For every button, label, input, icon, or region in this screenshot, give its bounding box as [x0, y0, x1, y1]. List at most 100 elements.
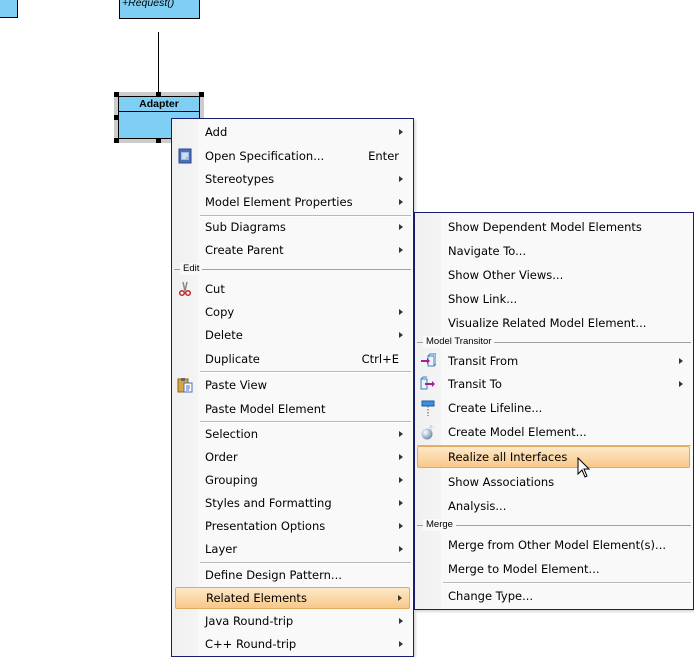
menu-item-delete[interactable]: Delete	[174, 324, 411, 346]
submenu-arrow-icon	[399, 309, 403, 315]
submenu-arrow-icon	[399, 247, 403, 253]
submenu-arrow-icon	[399, 641, 403, 647]
menu-item-grouping[interactable]: Grouping	[174, 469, 411, 491]
submenu-arrow-icon	[399, 199, 403, 205]
submenu-arrow-icon	[399, 618, 403, 624]
resize-handle[interactable]	[156, 138, 161, 143]
menu-item-navigate-to[interactable]: Navigate To...	[417, 240, 691, 262]
transit-to-icon	[420, 376, 435, 390]
menu-item-analysis[interactable]: Analysis...	[417, 495, 691, 517]
resize-handle[interactable]	[114, 138, 119, 143]
uml-class-target[interactable]: +Request()	[119, 0, 200, 19]
menu-item-transit-to[interactable]: Transit To	[417, 373, 691, 395]
menu-separator	[200, 371, 411, 373]
menu-item-label: Paste View	[205, 378, 267, 392]
menu-item-label: Cut	[205, 282, 225, 296]
menu-item-label: Model Element Properties	[205, 195, 353, 209]
menu-item-add[interactable]: Add	[174, 121, 411, 143]
menu-item-label: Java Round-trip	[205, 614, 294, 628]
menu-group-model-transitor: Model Transitor	[417, 336, 691, 348]
submenu-arrow-icon	[399, 523, 403, 529]
specification-icon	[178, 148, 192, 164]
menu-item-sub-diagrams[interactable]: Sub Diagrams	[174, 216, 411, 238]
menu-item-change-type[interactable]: Change Type...	[417, 585, 691, 607]
menu-item-label: Transit To	[448, 377, 502, 391]
menu-item-merge-to-model-element[interactable]: Merge to Model Element...	[417, 558, 691, 580]
menu-item-show-associations[interactable]: Show Associations	[417, 471, 691, 493]
menu-item-styles-and-formatting[interactable]: Styles and Formatting	[174, 492, 411, 514]
clipboard-icon	[177, 378, 193, 393]
menu-item-copy[interactable]: Copy	[174, 301, 411, 323]
menu-item-label: Grouping	[205, 473, 258, 487]
menu-item-stereotypes[interactable]: Stereotypes	[174, 168, 411, 190]
related-elements-submenu: Show Dependent Model Elements Navigate T…	[414, 212, 694, 610]
menu-item-label: Order	[205, 450, 238, 464]
menu-item-label: Merge from Other Model Element(s)...	[448, 538, 667, 552]
menu-item-visualize-related-model-element[interactable]: Visualize Related Model Element...	[417, 312, 691, 334]
menu-item-merge-from-other[interactable]: Merge from Other Model Element(s)...	[417, 534, 691, 556]
menu-item-label: Sub Diagrams	[205, 220, 286, 234]
menu-item-layer[interactable]: Layer	[174, 538, 411, 560]
menu-item-realize-all-interfaces[interactable]: Realize all Interfaces	[417, 446, 690, 468]
resize-handle[interactable]	[199, 92, 204, 97]
group-label: Model Transitor	[423, 336, 495, 348]
menu-item-label: Transit From	[448, 354, 519, 368]
lifeline-icon	[421, 400, 435, 416]
menu-item-related-elements[interactable]: Related Elements	[175, 587, 410, 609]
menu-item-show-other-views[interactable]: Show Other Views...	[417, 264, 691, 286]
menu-item-presentation-options[interactable]: Presentation Options	[174, 515, 411, 537]
menu-item-paste-model-element[interactable]: Paste Model Element	[174, 398, 411, 420]
menu-item-java-round-trip[interactable]: Java Round-trip	[174, 610, 411, 632]
scissors-icon	[178, 281, 192, 297]
class-operation: +Request()	[122, 0, 175, 9]
menu-item-duplicate[interactable]: Duplicate Ctrl+E	[174, 348, 411, 370]
resize-handle[interactable]	[114, 115, 119, 120]
submenu-arrow-icon	[399, 431, 403, 437]
menu-item-label: Related Elements	[206, 591, 307, 605]
menu-item-define-design-pattern[interactable]: Define Design Pattern...	[174, 564, 411, 586]
menu-item-label: Show Associations	[448, 475, 555, 489]
menu-item-label: Stereotypes	[205, 172, 275, 186]
menu-item-show-link[interactable]: Show Link...	[417, 288, 691, 310]
menu-item-label: Show Other Views...	[448, 268, 564, 282]
uml-class-left[interactable]	[0, 0, 18, 18]
menu-item-label: Styles and Formatting	[205, 496, 332, 510]
submenu-arrow-icon	[679, 381, 683, 387]
group-label: Merge	[423, 519, 456, 531]
menu-item-label: Delete	[205, 328, 243, 342]
menu-separator	[443, 582, 691, 584]
class-name: Adapter	[119, 97, 199, 112]
menu-item-label: Layer	[205, 542, 238, 556]
menu-item-create-model-element[interactable]: Create Model Element...	[417, 421, 691, 443]
menu-item-label: Add	[205, 125, 228, 139]
menu-item-transit-from[interactable]: Transit From	[417, 350, 691, 372]
menu-item-label: Duplicate	[205, 352, 260, 366]
menu-item-label: Visualize Related Model Element...	[448, 316, 647, 330]
menu-item-label: Create Model Element...	[448, 425, 587, 439]
menu-item-cpp-round-trip[interactable]: C++ Round-trip	[174, 633, 411, 655]
resize-handle[interactable]	[114, 92, 119, 97]
menu-item-create-parent[interactable]: Create Parent	[174, 239, 411, 261]
menu-group-merge: Merge	[417, 519, 691, 531]
menu-item-paste-view[interactable]: Paste View	[174, 374, 411, 396]
menu-item-open-specification[interactable]: Open Specification... Enter	[174, 145, 411, 167]
generalization-line[interactable]	[158, 32, 159, 95]
menu-item-label: Change Type...	[448, 589, 534, 603]
resize-handle[interactable]	[156, 92, 161, 97]
menu-group-edit: Edit	[174, 263, 411, 275]
menu-item-selection[interactable]: Selection	[174, 423, 411, 445]
menu-item-order[interactable]: Order	[174, 446, 411, 468]
submenu-arrow-icon	[398, 595, 402, 601]
menu-item-show-dependent-model-elements[interactable]: Show Dependent Model Elements	[417, 216, 691, 238]
menu-item-label: C++ Round-trip	[205, 637, 297, 651]
menu-item-model-element-properties[interactable]: Model Element Properties	[174, 191, 411, 213]
menu-item-label: Realize all Interfaces	[448, 450, 568, 464]
submenu-arrow-icon	[399, 477, 403, 483]
shortcut-label: Enter	[368, 149, 399, 163]
mouse-cursor-icon	[577, 457, 591, 478]
menu-item-cut[interactable]: Cut	[174, 278, 411, 300]
menu-item-label: Copy	[205, 305, 235, 319]
menu-item-label: Create Parent	[205, 243, 284, 257]
menu-item-label: Analysis...	[448, 499, 507, 513]
menu-item-create-lifeline[interactable]: Create Lifeline...	[417, 397, 691, 419]
